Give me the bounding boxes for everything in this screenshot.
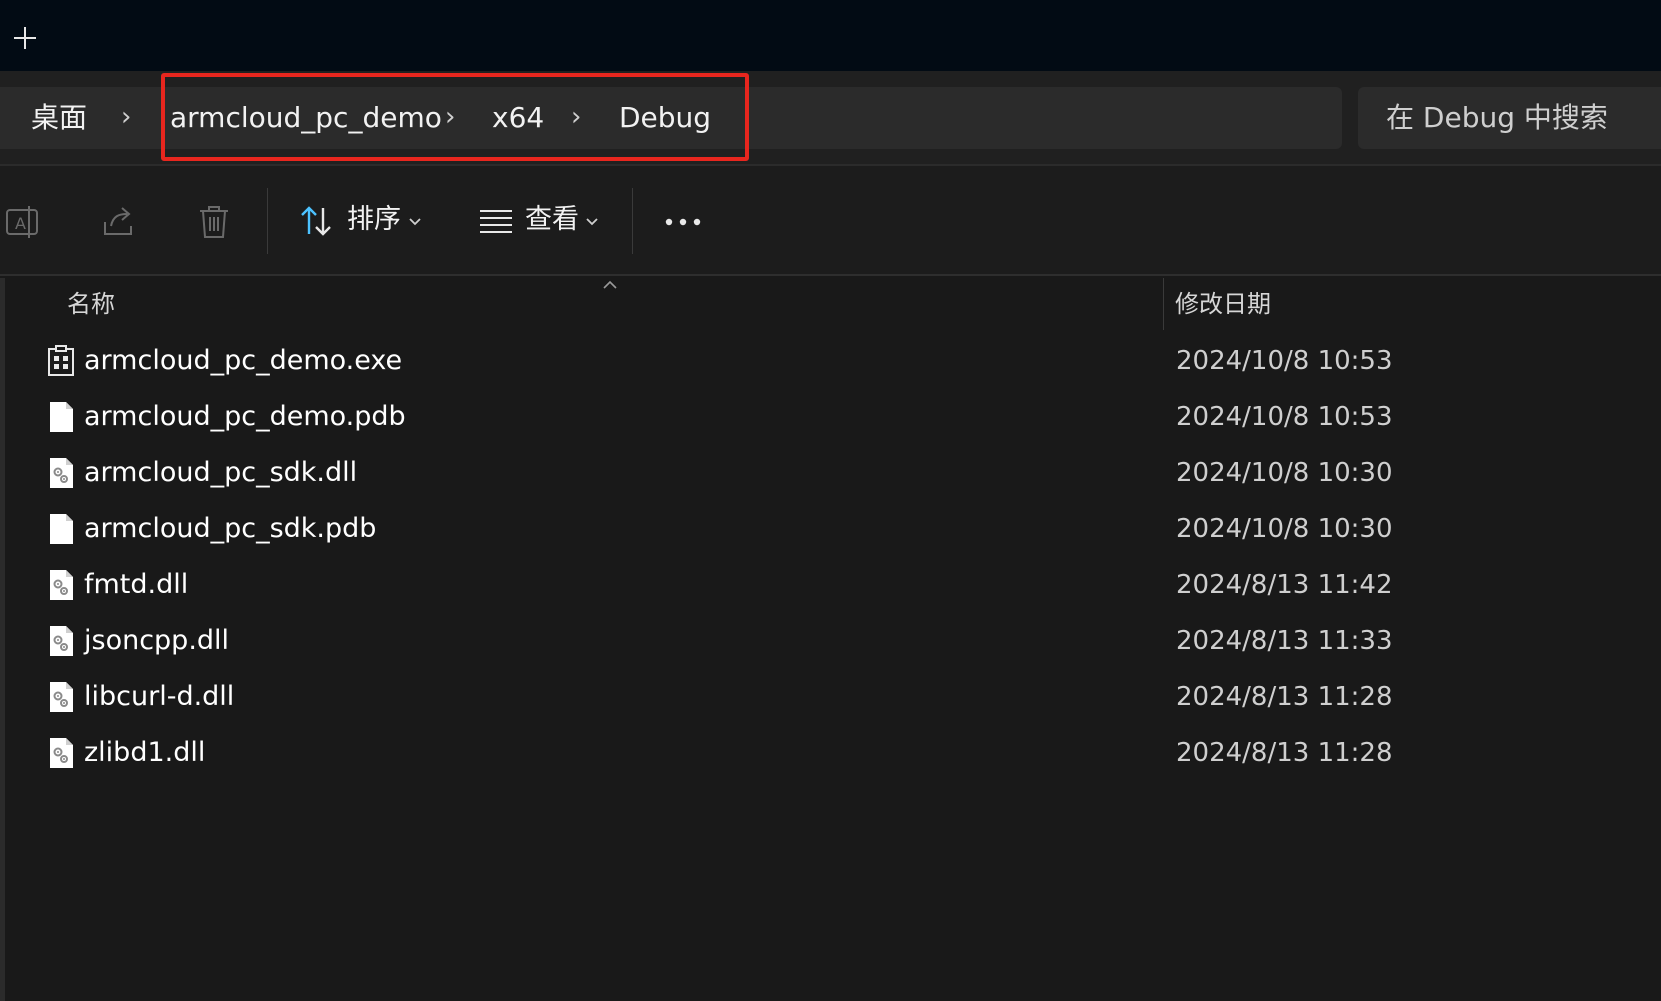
file-name: armcloud_pc_demo.pdb	[84, 401, 406, 432]
dll-icon	[47, 457, 75, 489]
file-list-area: 名称 修改日期 armcloud_pc_demo.exe 2024/10/8 10…	[0, 278, 1661, 1001]
dll-icon	[47, 681, 75, 713]
file-name: armcloud_pc_sdk.pdb	[84, 513, 377, 544]
file-icon	[47, 401, 75, 433]
file-modified-date: 2024/10/8 10:53	[1176, 346, 1393, 376]
toolbar-divider	[632, 188, 633, 254]
file-row[interactable]: armcloud_pc_sdk.dll 2024/10/8 10:30	[5, 445, 1661, 501]
dll-icon	[47, 569, 75, 601]
column-divider[interactable]	[1163, 278, 1164, 330]
file-modified-date: 2024/8/13 11:33	[1176, 626, 1393, 656]
file-name: libcurl-d.dll	[84, 681, 235, 712]
file-modified-date: 2024/8/13 11:42	[1176, 570, 1393, 600]
share-icon[interactable]	[99, 202, 139, 242]
breadcrumb-item-debug[interactable]: Debug	[619, 87, 711, 149]
file-modified-date: 2024/10/8 10:30	[1176, 514, 1393, 544]
file-name: armcloud_pc_sdk.dll	[84, 457, 358, 488]
file-row[interactable]: fmtd.dll 2024/8/13 11:42	[5, 557, 1661, 613]
file-row[interactable]: armcloud_pc_demo.exe 2024/10/8 10:53	[5, 333, 1661, 389]
file-modified-date: 2024/8/13 11:28	[1176, 682, 1393, 712]
plus-icon[interactable]	[12, 25, 38, 51]
chevron-right-icon[interactable]: ›	[121, 87, 131, 149]
tab-strip	[0, 0, 1661, 71]
file-modified-date: 2024/10/8 10:30	[1176, 458, 1393, 488]
search-input[interactable]: 在 Debug 中搜索	[1358, 87, 1661, 149]
sort-icon	[301, 206, 331, 236]
sort-label: 排序	[347, 204, 401, 235]
sort-ascending-caret-icon	[603, 280, 617, 289]
dll-icon	[47, 737, 75, 769]
view-label: 查看	[525, 204, 579, 235]
chevron-down-icon	[586, 218, 598, 226]
file-name: jsoncpp.dll	[84, 625, 230, 656]
rename-icon[interactable]: A	[4, 202, 44, 242]
chevron-down-icon	[409, 218, 421, 226]
file-row[interactable]: zlibd1.dll 2024/8/13 11:28	[5, 725, 1661, 781]
more-icon[interactable]	[662, 202, 704, 242]
column-header-modified[interactable]: 修改日期	[1175, 278, 1271, 330]
view-lines-icon	[480, 210, 512, 233]
sort-button[interactable]: 排序	[290, 186, 440, 256]
file-modified-date: 2024/8/13 11:28	[1176, 738, 1393, 768]
view-button[interactable]: 查看	[468, 186, 618, 256]
file-row[interactable]: armcloud_pc_demo.pdb 2024/10/8 10:53	[5, 389, 1661, 445]
chevron-right-icon[interactable]: ›	[445, 87, 455, 149]
column-header-name[interactable]: 名称	[67, 278, 115, 330]
file-modified-date: 2024/10/8 10:53	[1176, 402, 1393, 432]
address-bar-row: 桌面 › armcloud_pc_demo › x64 › Debug 在 De…	[0, 71, 1661, 166]
file-row[interactable]: armcloud_pc_sdk.pdb 2024/10/8 10:30	[5, 501, 1661, 557]
toolbar-divider	[267, 188, 268, 254]
breadcrumb-item-armcloud-pc-demo[interactable]: armcloud_pc_demo	[170, 87, 442, 149]
file-name: armcloud_pc_demo.exe	[84, 345, 403, 376]
trash-icon[interactable]	[194, 202, 234, 242]
exe-icon	[47, 345, 75, 377]
breadcrumb-item-x64[interactable]: x64	[492, 87, 544, 149]
breadcrumb[interactable]: 桌面 › armcloud_pc_demo › x64 › Debug	[0, 87, 1342, 149]
svg-text:A: A	[15, 214, 26, 233]
chevron-right-icon[interactable]: ›	[571, 87, 581, 149]
breadcrumb-item-desktop[interactable]: 桌面	[31, 87, 87, 149]
file-row[interactable]: jsoncpp.dll 2024/8/13 11:33	[5, 613, 1661, 669]
file-name: zlibd1.dll	[84, 737, 206, 768]
dll-icon	[47, 625, 75, 657]
file-row[interactable]: libcurl-d.dll 2024/8/13 11:28	[5, 669, 1661, 725]
file-name: fmtd.dll	[84, 569, 189, 600]
command-bar: A 排序 查看	[0, 166, 1661, 276]
file-icon	[47, 513, 75, 545]
